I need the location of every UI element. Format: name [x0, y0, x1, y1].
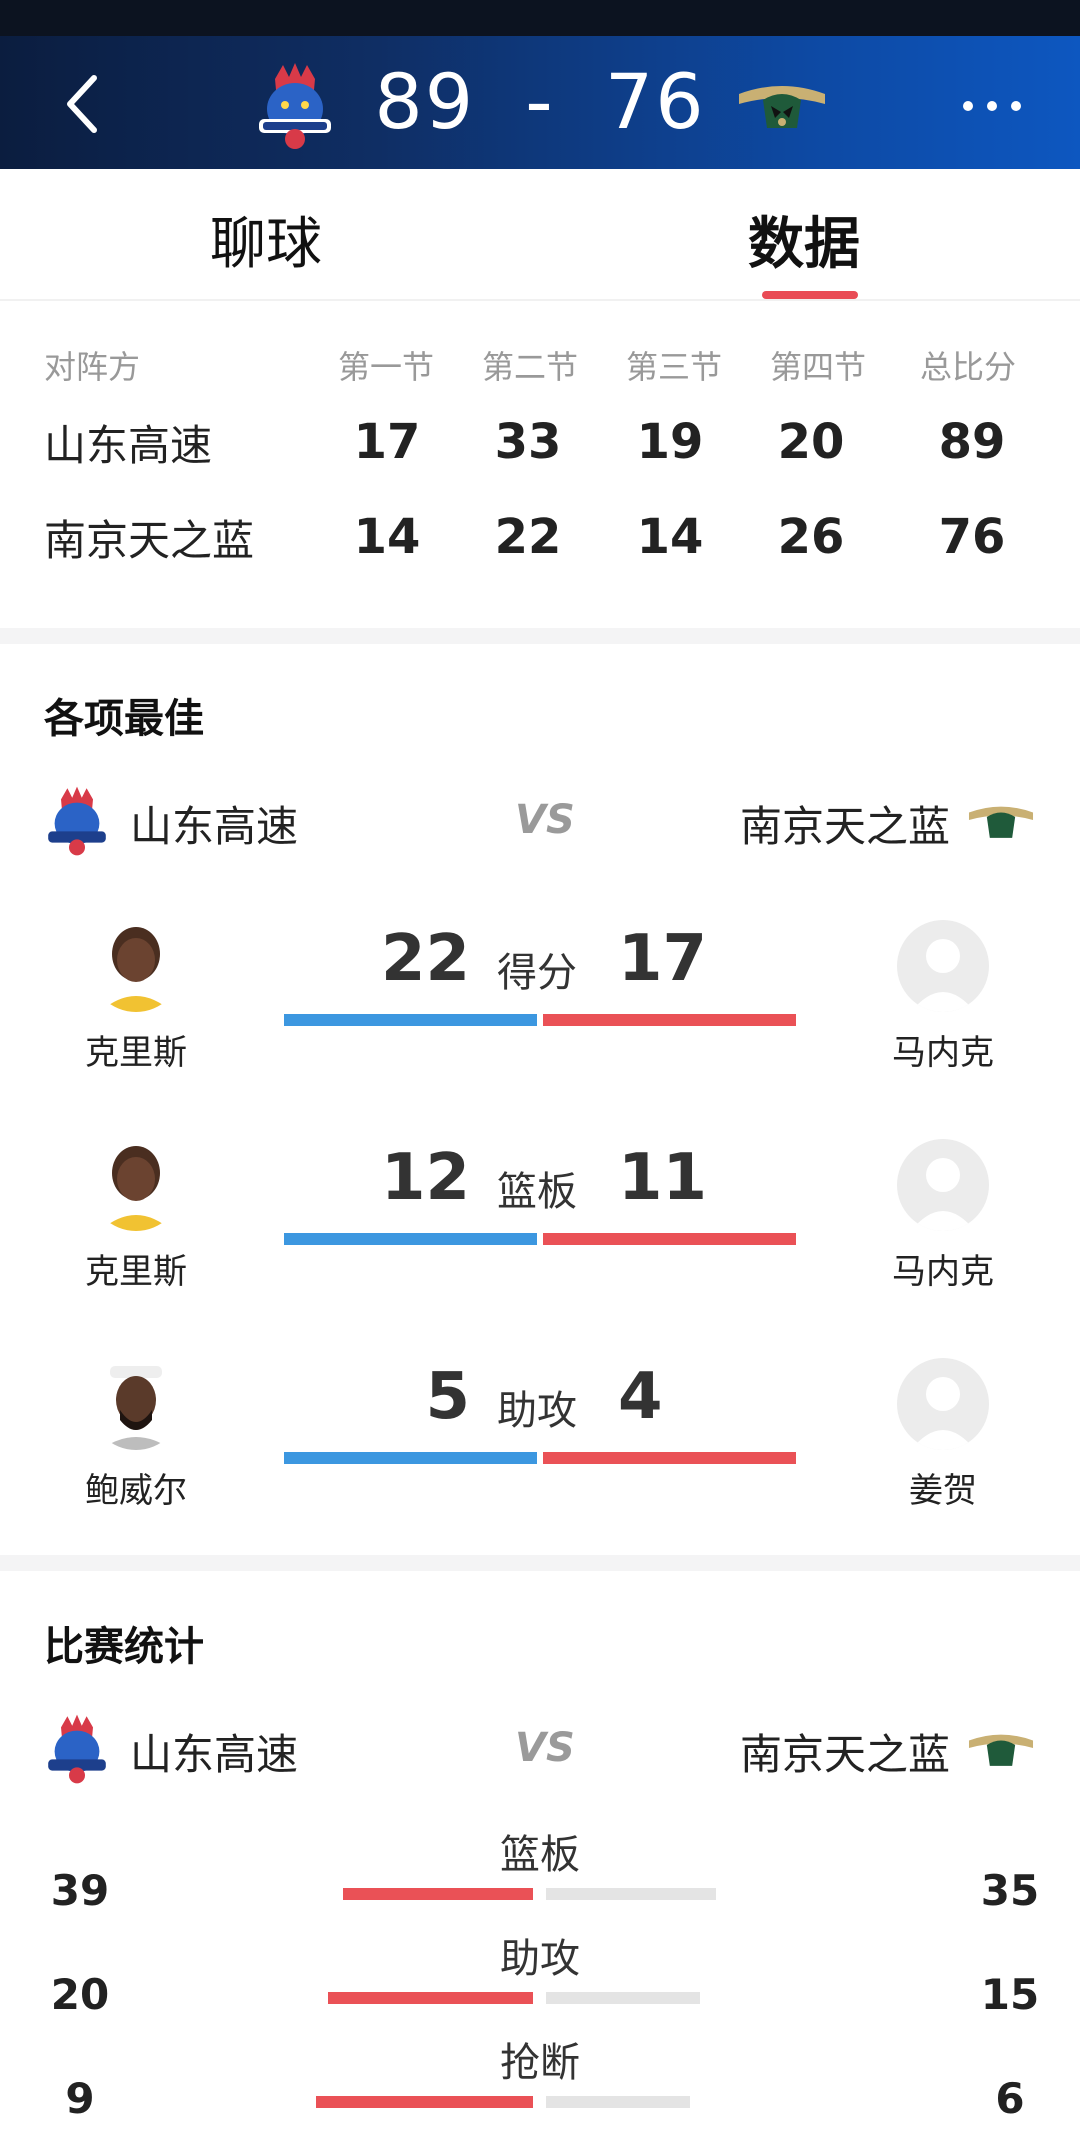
away-score: 76 — [604, 57, 706, 146]
stat-row: 抢断 9 6 — [0, 2030, 1080, 2130]
best-stat-row: 克里斯 12 篮板 11 马内克 — [0, 1129, 1080, 1329]
game-header: 89 - 76 — [0, 36, 1080, 169]
team-name: 南京天之蓝 — [44, 516, 255, 565]
player-avatar[interactable] — [897, 1358, 989, 1450]
quarter-scores-table: 对阵方 第一节 第二节 第三节 第四节 总比分 山东高速 17 33 19 20… — [0, 300, 1080, 622]
away-stat-bar — [546, 1888, 716, 1900]
home-score: 89 — [374, 57, 476, 146]
home-best-value: 12 — [380, 1141, 470, 1215]
score: 89 - 76 — [360, 52, 720, 152]
quarter-score: 26 — [777, 509, 845, 565]
table-header-cell: 第三节 — [626, 348, 723, 386]
shandong-team-logo — [44, 1713, 110, 1785]
total-score: 89 — [938, 414, 1006, 470]
stat-label: 助攻 — [500, 1936, 580, 1982]
away-stat-bar — [543, 1233, 796, 1245]
away-stat-value: 15 — [980, 1970, 1040, 2019]
shandong-team-logo — [255, 61, 335, 151]
table-header-cell: 总比分 — [920, 348, 1017, 386]
stat-row: 篮板 39 35 — [0, 1822, 1080, 1922]
best-stat-row: 鲍威尔 5 助攻 4 姜贺 — [0, 1348, 1080, 1548]
stat-label: 抢断 — [500, 2040, 580, 2086]
home-stat-bar — [284, 1452, 537, 1464]
best-section-title: 各项最佳 — [44, 696, 204, 742]
tab-data[interactable]: 数据 — [748, 199, 860, 280]
best-stat-label: 助攻 — [497, 1388, 577, 1434]
vs-label: VS — [515, 797, 575, 843]
quarter-score: 22 — [494, 509, 562, 565]
quarter-score: 17 — [353, 414, 421, 470]
score-separator: - — [525, 57, 555, 146]
quarter-score: 20 — [777, 414, 845, 470]
table-header-cell: 第四节 — [770, 348, 867, 386]
away-player-name: 姜贺 — [909, 1471, 977, 1511]
quarter-score: 14 — [636, 509, 704, 565]
player-avatar[interactable] — [897, 1139, 989, 1231]
team-name: 山东高速 — [44, 421, 213, 470]
more-dots-icon — [963, 101, 1021, 111]
home-player-name: 克里斯 — [85, 1033, 187, 1073]
monkey-kings-team-logo — [735, 74, 829, 134]
away-stat-value: 35 — [980, 1866, 1040, 1915]
tab-chat[interactable]: 聊球 — [210, 199, 322, 280]
home-stat-value: 20 — [50, 1970, 110, 2019]
vs-label: VS — [515, 1725, 575, 1771]
quarter-score: 14 — [353, 509, 421, 565]
stats-section-title: 比赛统计 — [44, 1624, 204, 1670]
player-avatar[interactable] — [90, 1139, 182, 1231]
home-best-value: 22 — [380, 922, 470, 996]
stats-teams-row: 山东高速 VS 南京天之蓝 — [0, 1713, 1080, 1793]
monkey-kings-team-logo — [966, 1725, 1036, 1771]
total-score: 76 — [938, 509, 1006, 565]
away-stat-bar — [546, 2096, 690, 2108]
away-best-value: 4 — [618, 1360, 663, 1434]
home-team-name: 山东高速 — [130, 802, 299, 851]
shandong-team-logo — [44, 785, 110, 857]
away-player-name: 马内克 — [892, 1252, 994, 1292]
quarter-score: 19 — [636, 414, 704, 470]
chevron-left-icon — [67, 75, 97, 133]
best-stat-label: 得分 — [497, 950, 577, 996]
section-divider — [0, 628, 1080, 644]
quarter-score: 33 — [494, 414, 562, 470]
player-avatar[interactable] — [90, 920, 182, 1012]
home-best-value: 5 — [425, 1360, 470, 1434]
home-stat-value: 39 — [50, 1866, 110, 1915]
away-stat-bar — [543, 1014, 796, 1026]
away-best-value: 11 — [618, 1141, 708, 1215]
away-team-name: 南京天之蓝 — [739, 1730, 950, 1779]
player-avatar[interactable] — [90, 1358, 182, 1450]
best-stat-label: 篮板 — [497, 1169, 577, 1215]
away-best-value: 17 — [618, 922, 708, 996]
home-stat-value: 9 — [65, 2074, 95, 2123]
status-bar — [0, 0, 1080, 36]
home-team-name: 山东高速 — [130, 1730, 299, 1779]
active-tab-indicator — [762, 291, 858, 299]
home-player-name: 克里斯 — [85, 1252, 187, 1292]
monkey-kings-team-logo — [966, 797, 1036, 843]
table-header-cell: 对阵方 — [44, 348, 141, 386]
section-divider — [0, 1555, 1080, 1571]
table-header-cell: 第二节 — [482, 348, 579, 386]
more-options-button[interactable] — [952, 86, 1032, 126]
home-stat-bar — [316, 2096, 533, 2108]
home-stat-bar — [284, 1014, 537, 1026]
back-button[interactable] — [58, 69, 104, 139]
best-stat-row: 克里斯 22 得分 17 马内克 — [0, 910, 1080, 1110]
home-stat-bar — [284, 1233, 537, 1245]
away-player-name: 马内克 — [892, 1033, 994, 1073]
away-stat-bar — [543, 1452, 796, 1464]
away-stat-bar — [546, 1992, 700, 2004]
home-player-name: 鲍威尔 — [85, 1471, 187, 1511]
stat-row: 助攻 20 15 — [0, 1926, 1080, 2026]
best-teams-row: 山东高速 VS 南京天之蓝 — [0, 785, 1080, 865]
tab-bar: 聊球 数据 — [0, 169, 1080, 301]
player-avatar[interactable] — [897, 920, 989, 1012]
stat-label: 篮板 — [500, 1832, 580, 1878]
table-header-cell: 第一节 — [338, 348, 435, 386]
away-team-name: 南京天之蓝 — [739, 802, 950, 851]
home-stat-bar — [328, 1992, 533, 2004]
home-stat-bar — [343, 1888, 533, 1900]
away-stat-value: 6 — [995, 2074, 1025, 2123]
